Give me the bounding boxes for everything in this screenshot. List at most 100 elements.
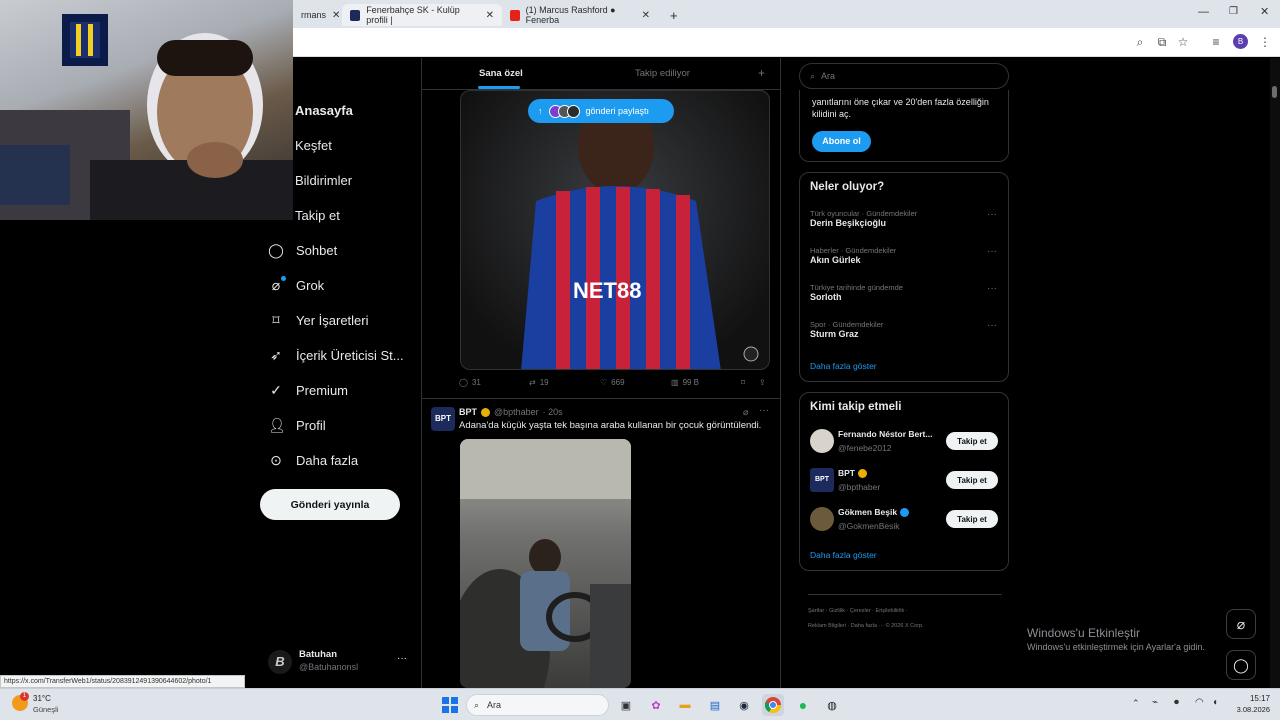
follow-name-row[interactable]: Gökmen Beşik (838, 507, 910, 517)
task-view-icon[interactable]: ▣ (615, 694, 637, 716)
footer-links[interactable]: Şartlar · Gizlilik · Çerezler · Erişileb… (808, 608, 908, 614)
search-icon: ⌕ (474, 699, 480, 710)
store-icon[interactable]: ▤ (704, 694, 726, 716)
network-icon[interactable]: ⌁ (1152, 697, 1158, 708)
add-tab-icon[interactable]: + (758, 66, 765, 80)
volume-icon[interactable]: ◖ (1212, 697, 1218, 708)
browser-tab[interactable]: Fenerbahçe SK - Kulüp profili | ✕ (342, 4, 502, 26)
trend-item[interactable]: Türk oyuncular · Gündemdekiler Derin Beş… (810, 209, 1000, 228)
post-image[interactable]: NET88 (460, 90, 770, 370)
post-more-icon[interactable]: ··· (759, 405, 769, 416)
profile-avatar[interactable]: B (1233, 34, 1248, 49)
trend-item[interactable]: Türkiye tarihinde gündemde Sorloth (810, 283, 1000, 302)
copilot-icon[interactable]: ✿ (645, 694, 667, 716)
install-app-icon[interactable]: ⧉ (1154, 34, 1170, 50)
bookmark-icon[interactable]: ⌑ (741, 378, 745, 387)
zoom-icon[interactable]: ⌕ (1132, 34, 1148, 50)
nav-more[interactable]: ⊙ Daha fazla (268, 448, 358, 472)
trend-more-icon[interactable]: ··· (987, 246, 997, 257)
nav-grok[interactable]: ⌀ Grok (268, 273, 324, 297)
restore-icon[interactable]: ❐ (1229, 6, 1238, 17)
app-icon[interactable]: ◍ (821, 694, 843, 716)
repost-action[interactable]: ⇄ 19 (529, 378, 549, 387)
clock-time[interactable]: 15:17 (1240, 694, 1270, 703)
file-explorer-icon[interactable]: ▬ (674, 694, 696, 716)
like-action[interactable]: ♡ 669 (600, 378, 625, 387)
tab-for-you[interactable]: Sana özel (479, 68, 523, 79)
new-tab-icon[interactable]: + (662, 4, 686, 26)
chevron-up-icon[interactable]: ⌃ (1132, 698, 1140, 709)
grok-fab-icon[interactable]: ⌀ (1226, 609, 1256, 639)
chrome-icon[interactable] (762, 694, 784, 716)
post-handle[interactable]: @bpthaber (494, 407, 539, 417)
search-input[interactable]: ⌕ Ara (799, 63, 1009, 89)
media-controls-icon[interactable]: ≡ (1208, 34, 1224, 50)
weather-desc[interactable]: Güneşli (33, 705, 58, 714)
scrollbar[interactable] (1270, 58, 1280, 688)
webcam-figure-image (0, 14, 293, 220)
messages-fab-icon[interactable]: ◯ (1226, 650, 1256, 680)
reply-count: 31 (471, 378, 481, 387)
minimize-icon[interactable]: — (1198, 6, 1209, 18)
menu-kebab-icon[interactable]: ⋮ (1257, 34, 1273, 50)
clock-date[interactable]: 3.08.2026 (1227, 705, 1270, 714)
close-tab-icon[interactable]: ✕ (642, 10, 650, 21)
trend-item[interactable]: Spor · Gündemdekiler Sturm Graz (810, 320, 1000, 339)
heart-icon: ♡ (600, 378, 608, 387)
post-button[interactable]: Gönderi yayınla (260, 489, 400, 520)
browser-tab[interactable]: rmans ✕ (293, 4, 341, 26)
nav-bookmarks[interactable]: ⌑ Yer İşaretleri (268, 308, 368, 332)
taskbar-search[interactable]: ⌕ Ara (466, 694, 609, 716)
nav-home[interactable]: Anasayfa (295, 98, 353, 122)
who-to-follow-card: Kimi takip etmeli Fernando Néstor Bert..… (799, 392, 1009, 571)
account-switcher[interactable]: B Batuhan @Batuhanonsl ··· (268, 648, 413, 676)
nav-explore[interactable]: Keşfet (295, 133, 332, 157)
browser-tab[interactable]: (1) Marcus Rashford ● Fenerba ✕ (502, 4, 658, 26)
avatar[interactable] (810, 507, 834, 531)
show-more-link[interactable]: Daha fazla göster (810, 550, 877, 560)
post-time[interactable]: · 20s (543, 407, 563, 417)
avatar[interactable]: BPT (431, 407, 455, 431)
spotify-icon[interactable]: ● (792, 694, 814, 716)
windows-start-icon[interactable] (439, 694, 461, 716)
nav-notifications[interactable]: Bildirimler (295, 168, 352, 192)
show-more-link[interactable]: Daha fazla göster (810, 361, 877, 371)
footer-links[interactable]: Reklam Bilgileri · Daha fazla ··· © 2026… (808, 623, 924, 629)
bookmark-star-icon[interactable]: ☆ (1175, 34, 1191, 50)
close-tab-icon[interactable]: ✕ (486, 10, 494, 21)
wifi-icon[interactable]: ◠ (1195, 697, 1204, 708)
account-more-icon[interactable]: ··· (397, 653, 407, 664)
nav-chat[interactable]: ◯ Sohbet (268, 238, 337, 262)
follow-button[interactable]: Takip et (946, 510, 998, 528)
nav-follow[interactable]: Takip et (295, 203, 340, 227)
weather-temp[interactable]: 31°C (33, 694, 51, 703)
subscribe-button[interactable]: Abone ol (812, 131, 871, 152)
close-window-icon[interactable]: ✕ (1260, 5, 1269, 18)
reply-action[interactable]: ◯ 31 (459, 378, 481, 387)
nav-profile[interactable]: 👤︎ Profil (268, 413, 326, 437)
share-icon[interactable]: ⇪ (759, 378, 766, 387)
close-tab-icon[interactable]: ✕ (332, 10, 340, 21)
steam-icon[interactable]: ◉ (733, 694, 755, 716)
follow-button[interactable]: Takip et (946, 471, 998, 489)
follow-name-row[interactable]: BPT (838, 468, 867, 478)
tab-following[interactable]: Takip ediliyor (635, 68, 690, 79)
nav-label: Sohbet (296, 242, 338, 258)
trend-more-icon[interactable]: ··· (987, 209, 997, 220)
trend-item[interactable]: Haberler · Gündemdekiler Akın Gürlek (810, 246, 1000, 265)
new-posts-pill[interactable]: ↑ gönderi paylaştı (528, 99, 674, 123)
grok-icon[interactable]: ⌀ (743, 407, 748, 418)
microphone-icon[interactable]: ⏺ (1174, 697, 1179, 708)
post-video[interactable] (460, 439, 631, 688)
nav-premium[interactable]: ✓ Premium (268, 378, 348, 402)
views-action[interactable]: ▥ 99 B (671, 378, 699, 387)
trend-more-icon[interactable]: ··· (987, 320, 997, 331)
follow-name[interactable]: Fernando Néstor Bert... (838, 429, 942, 439)
avatar[interactable] (810, 429, 834, 453)
avatar[interactable]: BPT (810, 468, 834, 492)
trend-more-icon[interactable]: ··· (987, 283, 997, 294)
nav-creator-studio[interactable]: ➶ İçerik Üreticisi St... (268, 343, 404, 367)
post-author[interactable]: BPT (459, 407, 477, 417)
follow-button[interactable]: Takip et (946, 432, 998, 450)
scrollbar-thumb[interactable] (1272, 86, 1277, 98)
